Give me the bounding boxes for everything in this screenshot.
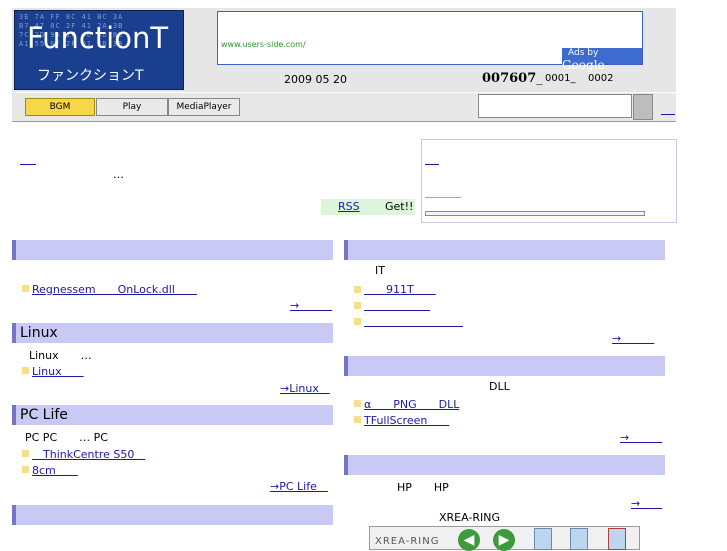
article-link[interactable]: 8cm <box>32 462 78 478</box>
side-widget-link-2[interactable] <box>425 197 461 198</box>
counter-today: 0001_ <box>545 73 576 84</box>
side-widget-link[interactable] <box>425 154 439 165</box>
rss-get-text: Get!! <box>385 200 414 213</box>
section-desc: PC PC … PC <box>25 431 108 444</box>
section-desc: Linux … <box>29 349 92 362</box>
article-link[interactable] <box>364 297 430 313</box>
site-logo[interactable]: 3E 7A FF 8C 41 BC 3A B7 47 0C 2F 41 2A 3… <box>14 10 184 90</box>
intro-link[interactable] <box>20 154 36 165</box>
section-header-right-1 <box>344 240 665 260</box>
article-link[interactable] <box>364 313 463 329</box>
more-link-pclife[interactable]: →PC Life <box>270 478 328 494</box>
section-header-right-2 <box>344 356 665 376</box>
visit-counter: 007607_ <box>482 71 543 86</box>
xrea-ring-text: XREA-RING <box>375 536 440 547</box>
intro-text: … <box>113 168 124 181</box>
more-link[interactable]: → <box>290 297 332 313</box>
more-link[interactable]: → <box>612 330 654 346</box>
ring-list-icon[interactable] <box>534 528 552 550</box>
article-link[interactable]: TFullScreen <box>364 412 449 428</box>
section-header-pclife: PC Life <box>12 405 333 425</box>
bullet-icon <box>22 367 29 374</box>
ring-next-icon[interactable]: ▶ <box>493 529 515 551</box>
bullet-icon <box>354 400 361 407</box>
search-submit-button[interactable] <box>633 94 653 120</box>
date-text: 2009 05 20 <box>284 73 347 86</box>
bullet-icon <box>354 302 361 309</box>
article-link[interactable]: Regnessem OnLock.dll <box>32 281 197 297</box>
ad-url[interactable]: www.users-side.com/ <box>221 40 306 49</box>
section-header-right-3 <box>344 455 665 475</box>
more-link[interactable]: → <box>631 495 662 511</box>
bullet-icon <box>22 450 29 457</box>
article-link[interactable]: α PNG DLL <box>364 396 459 412</box>
google-text: Google <box>562 58 605 72</box>
ads-by-google-badge[interactable]: Ads by Google <box>562 48 642 72</box>
bgm-button[interactable]: BGM <box>25 98 95 116</box>
play-button[interactable]: Play <box>96 98 168 116</box>
ring-page-icon[interactable] <box>570 528 588 550</box>
section-header-left-1 <box>12 240 333 260</box>
mediaplayer-button[interactable]: MediaPlayer <box>168 98 240 116</box>
logo-kana: ファンクションT <box>37 68 144 84</box>
section-header-left-4 <box>12 505 333 525</box>
rss-link[interactable]: RSS <box>338 200 360 213</box>
xrea-ring-label: XREA-RING <box>439 511 501 524</box>
ring-prev-icon[interactable]: ◀ <box>458 529 480 551</box>
article-link[interactable]: 911T <box>364 281 436 297</box>
article-link[interactable]: ThinkCentre S50 <box>32 446 145 462</box>
article-link[interactable]: Linux <box>32 363 84 379</box>
section-desc: IT <box>375 264 385 277</box>
bullet-icon <box>354 318 361 325</box>
section-desc: HP HP <box>397 481 449 494</box>
toolbar-link[interactable] <box>661 102 675 115</box>
section-header-linux: Linux <box>12 323 333 343</box>
more-link-linux[interactable]: →Linux <box>280 380 330 396</box>
bullet-icon <box>354 286 361 293</box>
section-desc: DLL <box>489 380 510 393</box>
bullet-icon <box>354 416 361 423</box>
side-widget-progress <box>425 211 645 216</box>
search-input[interactable] <box>478 94 632 118</box>
ring-random-icon[interactable] <box>608 528 626 550</box>
logo-title: FunctionT <box>27 21 169 55</box>
bullet-icon <box>22 285 29 292</box>
more-link[interactable]: → <box>620 429 662 445</box>
ads-by-text: Ads by <box>568 48 599 58</box>
counter-yesterday: 0002 <box>588 73 614 84</box>
bullet-icon <box>22 466 29 473</box>
